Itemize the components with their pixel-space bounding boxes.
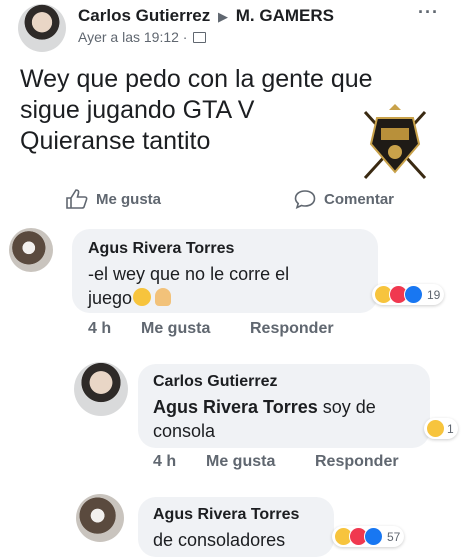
commenter-name[interactable]: Agus Rivera Torres <box>153 506 299 524</box>
comment-text: de consoladores <box>153 530 286 550</box>
post-author-avatar[interactable] <box>18 4 66 52</box>
like-reaction-icon <box>364 527 383 546</box>
reactions-summary[interactable]: 1 <box>424 418 458 439</box>
comment-reply-button[interactable]: Responder <box>250 320 334 338</box>
comment-text-line: juego <box>88 286 289 310</box>
commenter-avatar[interactable] <box>9 228 53 272</box>
comment-text: -el wey que no le corre el juego <box>88 262 289 310</box>
comment-like-button[interactable]: Me gusta <box>206 453 275 471</box>
post-text-line: sigue jugando GTA V <box>20 96 255 124</box>
commenter-avatar[interactable] <box>74 362 128 416</box>
sweat-smile-emoji-icon <box>133 288 152 306</box>
comment-time[interactable]: 4 h <box>153 453 176 471</box>
post-text-line: Quieranse tantito <box>20 127 211 155</box>
comment-text: Agus Rivera Torres soy de consola <box>153 395 376 443</box>
commenter-name[interactable]: Agus Rivera Torres <box>88 240 234 258</box>
ok-hand-emoji-icon <box>155 288 172 306</box>
post-menu-button[interactable]: ··· <box>418 2 439 23</box>
comment-text-line: Agus Rivera Torres soy de <box>153 395 376 419</box>
comment-reply-button[interactable]: Responder <box>315 453 399 471</box>
gaming-emblem-image <box>363 104 427 180</box>
reaction-count: 57 <box>387 529 401 544</box>
like-reaction-icon <box>404 285 423 304</box>
post-author-name[interactable]: Carlos Gutierrez <box>78 6 210 25</box>
reaction-count: 1 <box>447 421 454 436</box>
thumbs-up-icon <box>66 189 88 209</box>
arrow-right-icon: ▶ <box>218 9 228 24</box>
post-text: Wey que pedo con la gente que sigue juga… <box>20 64 373 157</box>
comment-text-word: juego <box>88 288 133 308</box>
group-name[interactable]: M. GAMERS <box>236 6 334 25</box>
post-header-names: Carlos Gutierrez ▶ M. GAMERS <box>78 6 334 26</box>
audience-icon <box>193 32 207 43</box>
comment-text-line: -el wey que no le corre el <box>88 264 290 284</box>
post-meta: Ayer a las 19:12 · <box>78 29 207 45</box>
comment-like-button[interactable]: Me gusta <box>141 320 210 338</box>
comment-text-word: soy de <box>317 397 376 417</box>
commenter-name[interactable]: Carlos Gutierrez <box>153 373 277 391</box>
reactions-summary[interactable]: 57 <box>332 526 405 547</box>
post-text-line: Wey que pedo con la gente que <box>20 65 373 93</box>
reaction-count: 19 <box>427 287 441 302</box>
tagged-user-link[interactable]: Agus Rivera Torres <box>153 397 318 417</box>
speech-bubble-icon <box>294 190 316 209</box>
commenter-avatar[interactable] <box>76 494 124 542</box>
haha-reaction-icon <box>426 419 445 438</box>
like-label: Me gusta <box>96 190 162 208</box>
reactions-summary[interactable]: 19 <box>372 284 445 305</box>
like-button[interactable]: Me gusta <box>66 189 161 209</box>
comment-text-line: consola <box>153 421 216 441</box>
comment-label: Comentar <box>324 190 395 208</box>
comment-time[interactable]: 4 h <box>88 320 111 338</box>
comment-button[interactable]: Comentar <box>294 189 394 209</box>
post-timestamp[interactable]: Ayer a las 19:12 · <box>78 29 187 45</box>
